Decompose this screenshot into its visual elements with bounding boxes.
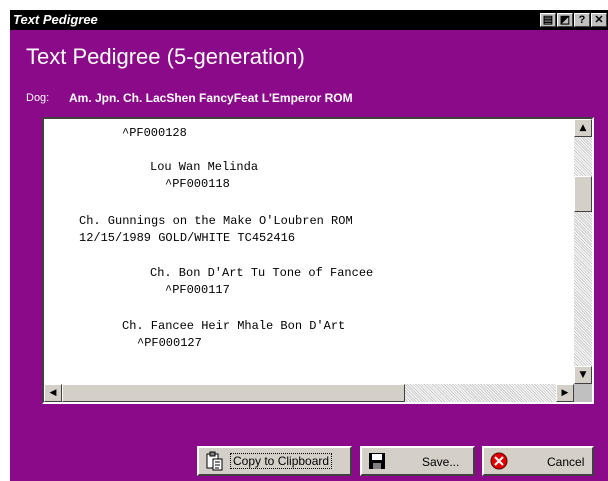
cancel-button-label: Cancel: [547, 455, 585, 469]
scroll-left-icon[interactable]: ◀: [44, 384, 62, 402]
pedigree-line: Ch. Bon D'Art Tu Tone of Fancee: [150, 266, 374, 280]
scroll-right-icon[interactable]: ▶: [556, 384, 574, 402]
pedigree-text-content: ^PF000128 Lou Wan Melinda ^PF000118 Ch. …: [44, 119, 574, 384]
vertical-scrollbar[interactable]: ▲ ▼: [574, 119, 592, 384]
pedigree-line: Lou Wan Melinda: [150, 160, 259, 174]
scroll-down-icon[interactable]: ▼: [574, 366, 592, 384]
scrollbar-corner: [574, 384, 592, 402]
window-title: Text Pedigree: [13, 12, 98, 27]
save-button-label: Save...: [422, 455, 460, 469]
print-preview-icon[interactable]: ▤: [540, 13, 556, 27]
pedigree-line: Ch. Gunnings on the Make O'Loubren ROM: [79, 214, 353, 228]
dog-name: Am. Jpn. Ch. LacShen FancyFeat L'Emperor…: [69, 91, 353, 105]
dog-label: Dog:: [26, 92, 50, 104]
pedigree-text-area[interactable]: ^PF000128 Lou Wan Melinda ^PF000118 Ch. …: [42, 117, 594, 404]
floppy-disk-icon: [369, 453, 385, 469]
pedigree-line: ^PF000117: [165, 283, 230, 297]
horizontal-scroll-thumb[interactable]: [62, 384, 405, 402]
pedigree-line: ^PF000127: [137, 336, 202, 350]
copy-to-clipboard-button[interactable]: Copy to Clipboard: [197, 446, 352, 476]
horizontal-scrollbar[interactable]: ◀ ▶: [44, 384, 574, 402]
save-button[interactable]: Save...: [360, 446, 475, 476]
clipboard-icon: [206, 451, 223, 471]
pedigree-line: Ch. Fancee Heir Mhale Bon D'Art: [122, 319, 346, 333]
cancel-icon: [490, 452, 508, 470]
copy-button-label: Copy to Clipboard: [230, 453, 333, 469]
text-pedigree-window: Text Pedigree ▤ ◩ ? ✕ Text Pedigree (5-g…: [10, 10, 608, 481]
close-icon[interactable]: ✕: [591, 13, 607, 27]
cancel-button[interactable]: Cancel: [482, 446, 594, 476]
page-title: Text Pedigree (5-generation): [26, 44, 305, 69]
title-bar: Text Pedigree ▤ ◩ ? ✕: [10, 10, 608, 30]
context-help-icon[interactable]: ◩: [557, 13, 573, 27]
help-icon[interactable]: ?: [574, 13, 590, 27]
pedigree-line: ^PF000128: [122, 126, 187, 140]
pedigree-line: 12/15/1989 GOLD/WHITE TC452416: [79, 231, 296, 245]
vertical-scroll-thumb[interactable]: [574, 176, 592, 212]
scroll-up-icon[interactable]: ▲: [574, 119, 592, 137]
pedigree-line: ^PF000118: [165, 177, 230, 191]
